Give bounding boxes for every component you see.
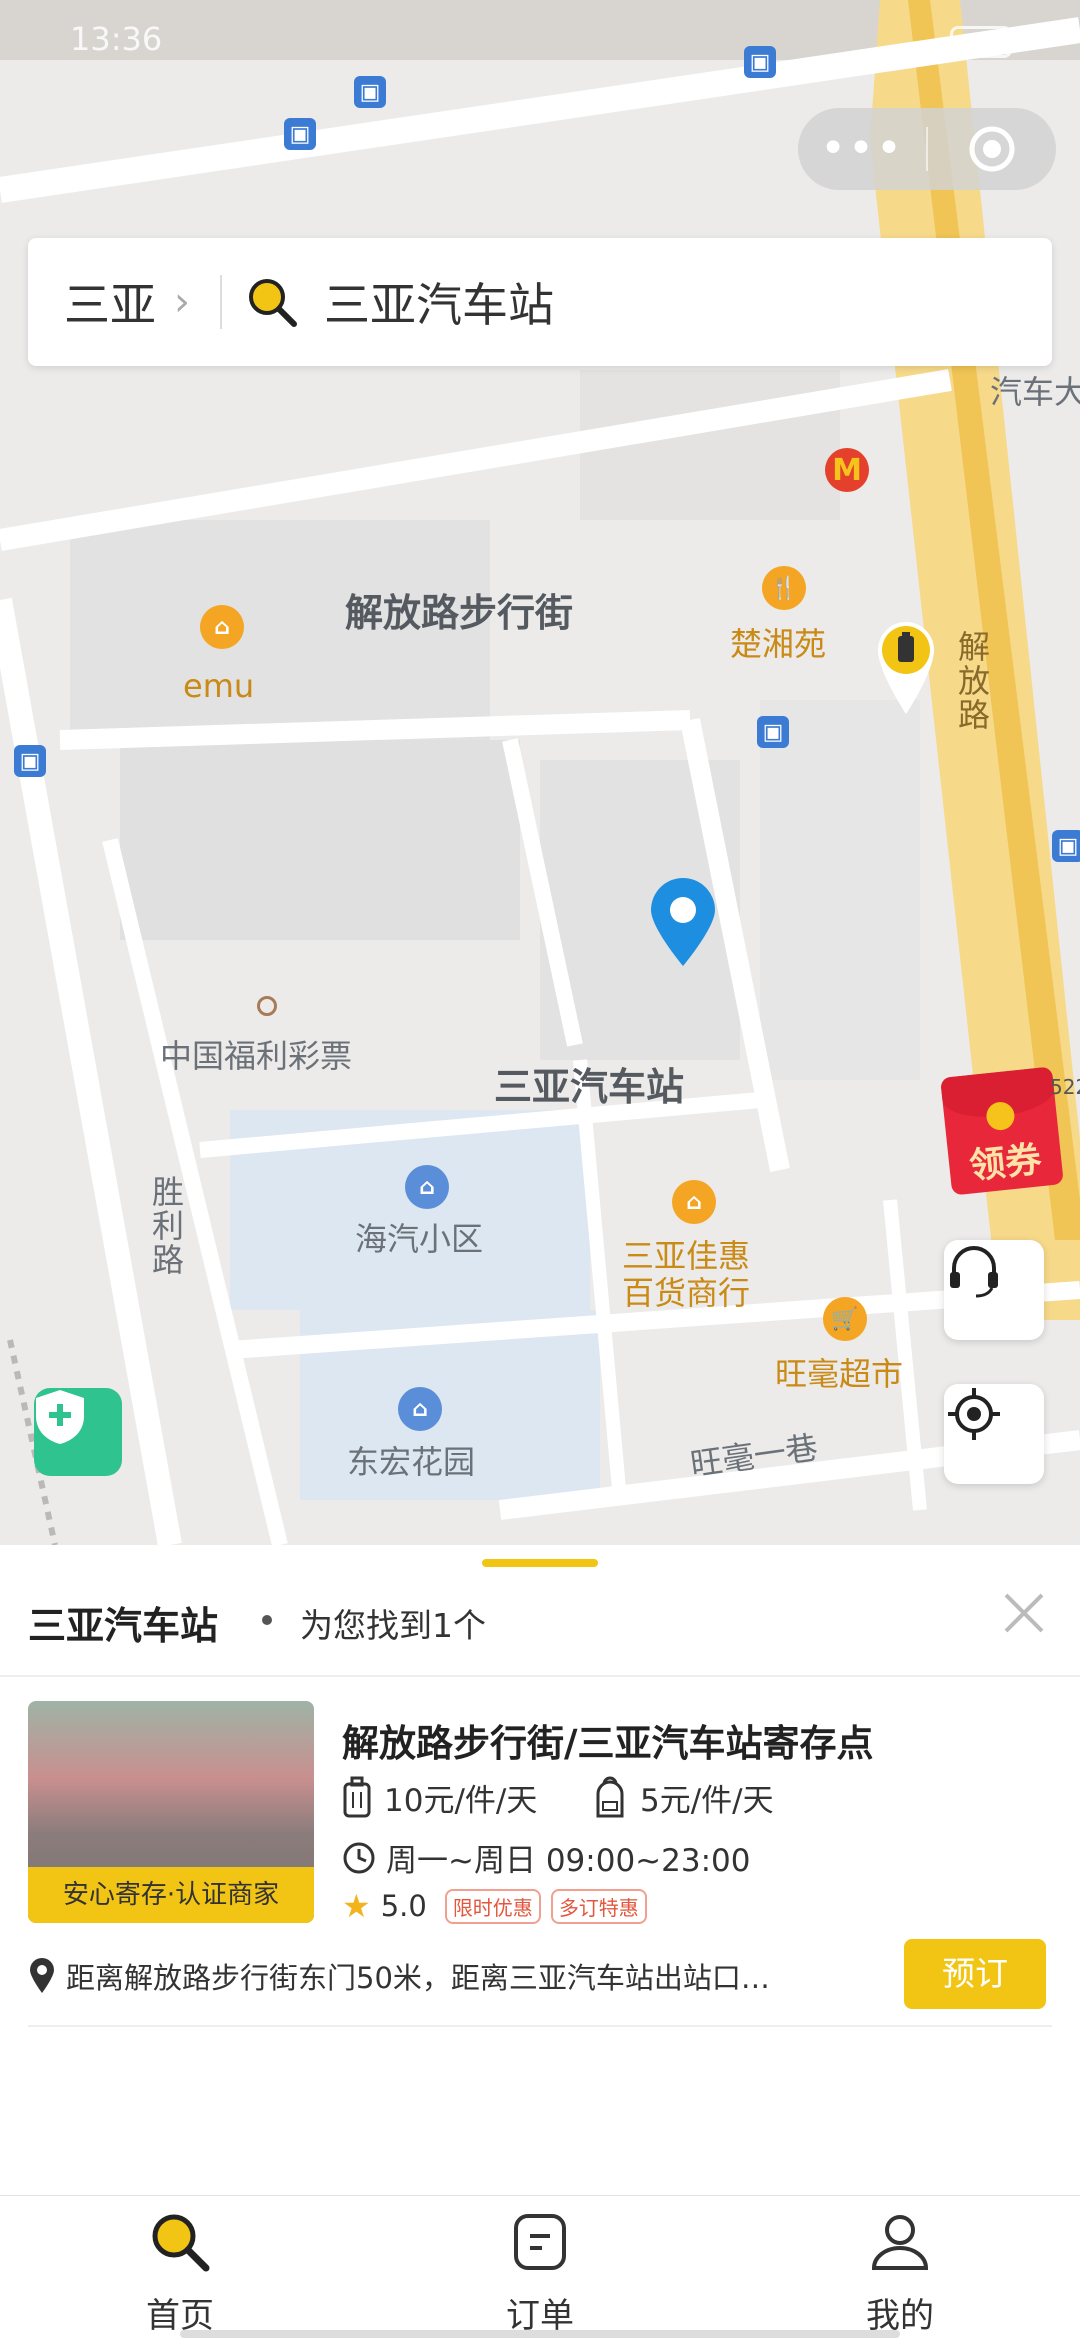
- mcdonalds-icon[interactable]: M: [825, 448, 869, 492]
- promo-tag: 多订特惠: [550, 1888, 647, 1924]
- chevron-right-icon: ›: [174, 279, 190, 325]
- price-luggage: 10元/件/天: [342, 1775, 537, 1820]
- coupon-label: 领券: [967, 1139, 1044, 1188]
- map-label-haiqi: 海汽小区: [355, 1220, 484, 1258]
- close-icon: [1004, 1593, 1044, 1633]
- map-label-wanghao: 旺毫超市: [775, 1355, 904, 1393]
- results-panel: 三亚汽车站 为您找到1个 安心寄存·认证商家 解放路步行街/三亚汽车站寄存点 1…: [0, 1545, 1080, 2195]
- map-label-street: 解放路步行街: [345, 591, 574, 635]
- map-view[interactable]: 解放路步行街 emu 楚湘苑 解放路 中国福利彩票 三亚汽车站 胜利路 海汽小区…: [0, 0, 1080, 1545]
- target-circle-icon: [969, 126, 1015, 172]
- location-marker-icon: [30, 1958, 54, 1993]
- backpack-icon: [596, 1776, 624, 1817]
- price-backpack: 5元/件/天: [592, 1775, 774, 1820]
- status-bar: 13:36: [0, 0, 1080, 80]
- result-card[interactable]: 安心寄存·认证商家 解放路步行街/三亚汽车站寄存点 10元/件/天 5元/件/天: [0, 1693, 1080, 2073]
- bus-stop-icon[interactable]: ▣: [284, 118, 316, 150]
- star-icon: ★: [342, 1887, 371, 1925]
- search-bar: 三亚 › 三亚汽车站: [28, 238, 1052, 366]
- shop-icon[interactable]: ⌂: [672, 1180, 716, 1224]
- address-row: 距离解放路步行街东门50米，距离三亚汽车站出站口…: [28, 1955, 888, 1997]
- opening-hours: 周一~周日 09:00~23:00: [342, 1835, 750, 1880]
- shop-icon[interactable]: ⌂: [200, 605, 244, 649]
- search-query: 三亚汽车站: [324, 278, 554, 332]
- headset-icon: [950, 1246, 998, 1298]
- restaurant-icon[interactable]: 🍴: [762, 566, 806, 610]
- map-label-jiefang-road: 解放路: [953, 630, 991, 732]
- clock-icon: [343, 1842, 375, 1873]
- map-label-lottery: 中国福利彩票: [160, 1037, 353, 1075]
- city-selector[interactable]: 三亚 ›: [28, 238, 190, 366]
- more-dots-icon: •••: [820, 123, 904, 174]
- location-pin-icon: [651, 878, 715, 966]
- book-button[interactable]: 预订: [904, 1939, 1046, 2009]
- residential-icon[interactable]: ⌂: [405, 1165, 449, 1209]
- close-miniprogram-button[interactable]: [928, 108, 1056, 190]
- map-label-jiahui: 三亚佳惠 百货商行: [622, 1237, 751, 1312]
- drag-handle[interactable]: [482, 1559, 598, 1567]
- customer-service-button[interactable]: [944, 1240, 1044, 1340]
- locate-me-button[interactable]: [944, 1384, 1044, 1484]
- price-backpack-text: 5元/件/天: [640, 1783, 774, 1819]
- store-title: 解放路步行街/三亚汽车站寄存点: [342, 1722, 874, 1765]
- bus-stop-icon[interactable]: ▣: [757, 716, 789, 748]
- home-indicator: [180, 2330, 900, 2338]
- opening-hours-text: 周一~周日 09:00~23:00: [386, 1843, 751, 1879]
- city-label: 三亚: [64, 278, 156, 332]
- coupon-button[interactable]: 领券: [940, 1066, 1064, 1196]
- bottom-tab-bar: 首页 订单 我的: [0, 2195, 1080, 2341]
- bus-stop-icon[interactable]: ▣: [14, 745, 46, 777]
- map-label-emu: emu: [183, 667, 255, 705]
- suitcase-icon: [343, 1776, 371, 1817]
- more-button[interactable]: •••: [798, 108, 926, 190]
- tab-home[interactable]: 首页: [0, 2196, 360, 2341]
- bus-stop-icon[interactable]: ▣: [354, 76, 386, 108]
- status-time: 13:36: [70, 20, 163, 58]
- map-label-donghong: 东宏花园: [347, 1443, 476, 1481]
- map-canvas: [0, 0, 1080, 1545]
- cart-icon[interactable]: 🛒: [823, 1297, 867, 1341]
- rating-row: ★ 5.0 限时优惠 多订特惠: [342, 1887, 647, 1925]
- map-label-shengli-road: 胜利路: [147, 1175, 185, 1277]
- address-text: 距离解放路步行街东门50米，距离三亚汽车站出站口…: [66, 1961, 770, 1995]
- storage-marker-icon[interactable]: [876, 620, 936, 716]
- separator-dot: [262, 1615, 272, 1625]
- lottery-dot-icon: [257, 996, 277, 1016]
- promo-tag: 限时优惠: [444, 1888, 541, 1924]
- search-input[interactable]: 三亚汽车站: [222, 238, 1052, 366]
- battery-icon: [950, 26, 1012, 58]
- map-label-station: 三亚汽车站: [494, 1065, 685, 1109]
- map-label-chuxiangyuan: 楚湘苑: [730, 625, 827, 663]
- price-luggage-text: 10元/件/天: [384, 1783, 538, 1819]
- rating-value: 5.0: [380, 1889, 427, 1923]
- search-icon: [152, 2214, 210, 2272]
- miniprogram-capsule: •••: [798, 108, 1056, 190]
- shield-icon: [36, 1390, 84, 1444]
- crosshair-icon: [948, 1388, 1000, 1440]
- map-label-coupon-corner: 522: [1050, 1075, 1080, 1099]
- tab-orders[interactable]: 订单: [360, 2196, 720, 2341]
- verified-badge: 安心寄存·认证商家: [28, 1867, 314, 1923]
- tab-profile[interactable]: 我的: [720, 2196, 1080, 2341]
- search-icon: [249, 279, 297, 327]
- user-icon: [871, 2215, 929, 2270]
- map-label-road-top-right: 汽车大: [990, 373, 1080, 411]
- result-summary: 为您找到1个: [300, 1606, 486, 1645]
- location-title: 三亚汽车站: [28, 1604, 219, 1648]
- store-thumbnail[interactable]: 安心寄存·认证商家: [28, 1701, 314, 1923]
- close-panel-button[interactable]: [1000, 1589, 1048, 1637]
- residential-icon[interactable]: ⌂: [398, 1387, 442, 1431]
- bus-stop-icon[interactable]: ▣: [1052, 830, 1080, 862]
- safety-button[interactable]: [34, 1388, 122, 1476]
- orders-icon: [514, 2214, 566, 2270]
